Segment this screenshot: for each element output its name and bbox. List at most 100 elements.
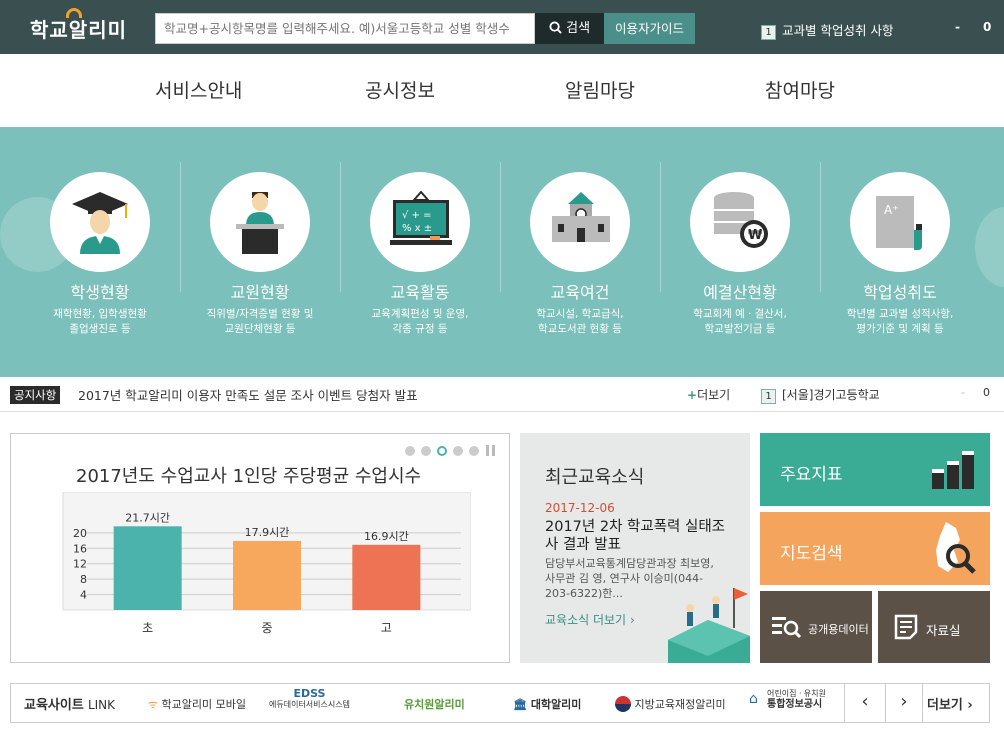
category-achievement[interactable]: A⁺ 학업성취도 학년별 교과별 성적사항, 평가기준 및 계획 등 [820, 127, 980, 377]
category-title: 교원현황 [230, 283, 290, 302]
notice-bar: 공지사항 2017년 학교알리미 이용자 만족도 설문 조사 이벤트 당첨자 발… [0, 377, 1004, 412]
site-link-childcare[interactable]: ⌂ 어린이집ㆍ유치원 통합정보공시 [749, 688, 826, 710]
user-guide-label: 이용자가이드 [614, 21, 684, 36]
category-desc-line: 졸업생진로 등 [69, 323, 131, 335]
slide-dot[interactable] [453, 446, 463, 456]
resources-tile[interactable]: 자료실 [878, 591, 990, 663]
category-title: 교육여건 [550, 283, 610, 302]
category-teachers[interactable]: 교원현황 직위별/자격증별 현황 및 교원단체현황 등 [180, 127, 340, 377]
search-button[interactable]: 검색 [535, 13, 604, 44]
document-icon [894, 614, 918, 640]
svg-text:√ + =: √ + = [402, 210, 432, 221]
news-headline[interactable]: 2017년 2차 학교폭력 실태조사 결과 발표 [545, 518, 730, 554]
rank-change-count: 0 [983, 20, 992, 34]
bar-value-label: 16.9시간 [364, 530, 409, 543]
sites-label-link: LINK [87, 698, 116, 712]
notice-more-label: 더보기 [697, 388, 731, 402]
bar-value-label: 17.9시간 [245, 526, 290, 539]
wifi-icon: ᯤ [148, 698, 159, 711]
category-desc-line: 평가기준 및 계획 등 [856, 323, 944, 335]
blackboard-icon: √ + = % x ± [370, 172, 470, 272]
y-tick-label: 12 [73, 558, 87, 571]
user-guide-button[interactable]: 이용자가이드 [604, 13, 695, 44]
map-search-tile[interactable]: 지도검색 [760, 512, 990, 585]
site-label: 대학알리미 [530, 698, 582, 711]
x-tick-label: 중 [261, 621, 272, 635]
nav-service-info[interactable]: 서비스안내 [155, 76, 242, 103]
svg-text:A⁺: A⁺ [884, 203, 899, 217]
category-title: 학생현황 [70, 283, 130, 302]
nav-notice[interactable]: 알림마당 [565, 76, 635, 103]
category-desc: 학교시설, 학교급식, 학교도서관 현황 등 [500, 307, 660, 337]
data-search-icon [772, 617, 802, 639]
site-link-kindergarten[interactable]: 유치원알리미 [404, 696, 465, 712]
school-ranking[interactable]: 1 [서울]경기고등학교 [761, 386, 880, 404]
news-panel: 최근교육소식 2017-12-06 2017년 2차 학교폭력 실태조사 결과 … [520, 433, 750, 663]
category-students[interactable]: 학생현황 재학현황, 입학생현황졸업생진로 등 [20, 127, 180, 377]
site-label: 지방교육재정알리미 [634, 698, 726, 711]
school-building-icon [530, 172, 630, 272]
sites-next-button[interactable]: › [886, 684, 922, 722]
slide-dot-active[interactable] [437, 446, 447, 456]
site-logo[interactable]: 학교알리미 [30, 8, 127, 43]
sites-prev-button[interactable]: ‹ [845, 684, 885, 722]
category-conditions[interactable]: 교육여건 학교시설, 학교급식, 학교도서관 현황 등 [500, 127, 660, 377]
category-desc-line: 직위별/자격증별 현황 및 [206, 308, 314, 320]
rank-text: [서울]경기고등학교 [782, 388, 880, 402]
slide-dot[interactable] [469, 446, 479, 456]
tile-label: 자료실 [926, 623, 961, 638]
tile-label: 주요지표 [780, 465, 843, 485]
news-illustration [668, 588, 750, 663]
rank-number-badge: 1 [761, 389, 776, 404]
university-icon: 🏛 [513, 698, 527, 711]
x-tick-label: 고 [381, 621, 392, 635]
pause-icon[interactable] [486, 445, 496, 456]
site-link-local-finance[interactable]: 지방교육재정알리미 [615, 696, 726, 712]
news-more-link[interactable]: 교육소식 더보기 › [545, 611, 635, 628]
y-tick-label: 4 [80, 589, 87, 602]
category-activities[interactable]: √ + = % x ± 교육활동 교육계획편성 및 운영, 각종 규정 등 [340, 127, 500, 377]
nav-participation[interactable]: 참여마당 [765, 76, 835, 103]
category-desc-line: 학년별 교과별 성적사항, [846, 308, 954, 320]
sites-more-button[interactable]: 더보기 › [927, 694, 973, 713]
notice-more-link[interactable]: +더보기 [687, 386, 730, 403]
slide-dot[interactable] [405, 446, 415, 456]
category-desc-line: 교육계획편성 및 운영, [371, 308, 469, 320]
nav-disclosure[interactable]: 공시정보 [365, 76, 435, 103]
category-budget[interactable]: ₩ 예결산현황 학교회계 예ㆍ결산서, 학교발전기금 등 [660, 127, 820, 377]
bar [352, 544, 421, 610]
news-more-label: 교육소식 더보기 [545, 613, 627, 627]
student-icon [50, 172, 150, 272]
key-indicators-tile[interactable]: 주요지표 [760, 433, 990, 506]
site-label: 통합정보공시 [767, 699, 823, 710]
rank-change-dash: - [961, 386, 965, 399]
category-title: 학업성취도 [863, 283, 937, 302]
slide-dot[interactable] [421, 446, 431, 456]
y-tick-label: 20 [73, 527, 87, 540]
rank-change-count: 0 [983, 386, 990, 399]
bar-chart: 20 16 12 8 4 21.7시간초 17.9시간중 16.9시간고 [62, 492, 471, 635]
chart-title: 2017년도 수업교사 1인당 주당평균 수업시수 [76, 466, 422, 487]
category-desc: 재학현황, 입학생현황졸업생진로 등 [20, 307, 180, 337]
top-ranking[interactable]: 1 교과별 학업성취 사항 [761, 20, 893, 40]
category-title: 교육활동 [390, 283, 450, 302]
category-desc-line: 학교시설, 학교급식, [536, 308, 624, 320]
site-sublabel: 에듀데이터서비스시스템 [269, 700, 350, 709]
logo-text: 학교알리미 [30, 18, 127, 42]
open-data-tile[interactable]: 공개용데이터 [760, 591, 872, 663]
bar-chart-icon [932, 451, 974, 489]
x-tick-label: 초 [142, 621, 153, 635]
bar-value-label: 21.7시간 [125, 511, 170, 524]
site-link-schoolinfo-mobile[interactable]: ᯤ 학교알리미 모바일 [148, 696, 246, 712]
site-link-university[interactable]: 🏛 대학알리미 [513, 696, 581, 712]
sites-label: 교육사이트 LINK [24, 694, 115, 713]
top-bar: 학교알리미 검색 이용자가이드 1 교과별 학업성취 사항 - 0 [0, 0, 1004, 54]
search-input[interactable] [155, 13, 535, 44]
site-link-edss[interactable]: EDSS 에듀데이터서비스시스템 [269, 688, 350, 710]
category-panel: 학생현황 재학현황, 입학생현황졸업생진로 등 교원현황 직위별/자격증별 현황… [0, 127, 1004, 377]
category-desc-line: 재학현황, 입학생현황 [53, 308, 147, 320]
house-icon: ⌂ [749, 691, 758, 707]
notice-headline[interactable]: 2017년 학교알리미 이용자 만족도 설문 조사 이벤트 당첨자 발표 [78, 385, 418, 404]
search-icon [549, 21, 562, 34]
plus-icon: + [687, 388, 698, 402]
